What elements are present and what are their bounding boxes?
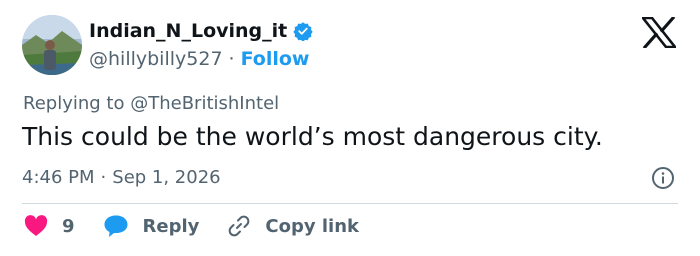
divider [22,203,678,204]
avatar-photo [22,15,82,75]
user-handle[interactable]: @hillybilly527 [89,48,223,70]
tweet-meta: 4:46 PM · Sep 1, 2026 [22,167,221,188]
separator: · [228,48,235,70]
replying-to: Replying to @TheBritishIntel [23,93,279,114]
link-icon [229,215,250,237]
verified-badge-icon [293,22,313,41]
replying-prefix: Replying to [23,93,125,114]
reply-bubble-icon [104,215,128,237]
info-icon[interactable] [651,166,675,190]
replying-to-handle[interactable]: @TheBritishIntel [130,93,279,114]
action-bar: 9 Reply Copy link [24,214,387,238]
x-logo-icon[interactable] [642,17,676,48]
tweet-time[interactable]: 4:46 PM [22,167,95,188]
copy-link-label: Copy link [265,215,359,237]
heart-icon [24,215,48,236]
tweet-date[interactable]: Sep 1, 2026 [112,167,220,188]
tweet-text: This could be the world’s most dangerous… [22,122,603,151]
follow-button[interactable]: Follow [241,48,310,70]
like-button[interactable]: 9 [24,215,75,237]
copy-link-button[interactable]: Copy link [227,214,359,238]
date-separator: · [100,167,107,188]
display-name[interactable]: Indian_N_Loving_it [89,20,287,42]
like-count: 9 [62,215,75,237]
reply-button[interactable]: Reply [103,214,200,238]
reply-label: Reply [142,215,200,237]
avatar[interactable] [22,15,82,75]
